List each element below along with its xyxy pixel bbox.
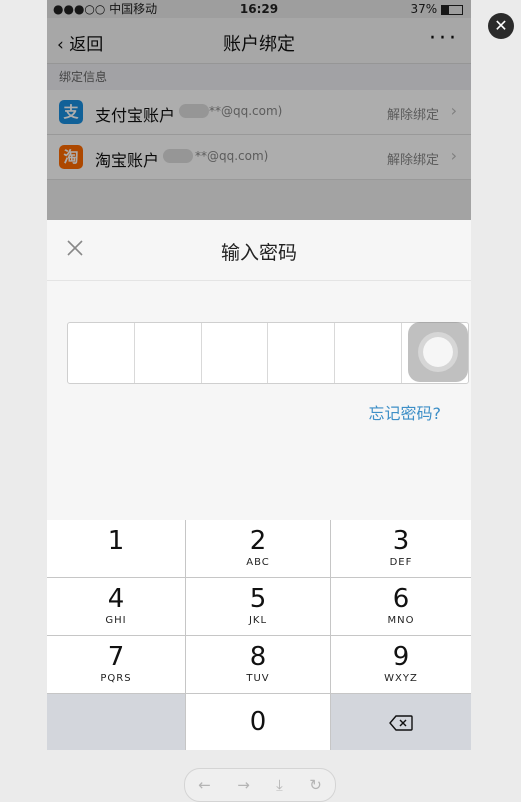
key-8[interactable]: 8 TUV xyxy=(186,636,331,693)
back-arrow-icon[interactable]: ← xyxy=(198,776,211,794)
key-2[interactable]: 2 ABC xyxy=(186,520,331,577)
key-3[interactable]: 3 DEF xyxy=(331,520,471,577)
download-icon[interactable]: ⤓ xyxy=(276,776,283,794)
forgot-password-link[interactable]: 忘记密码? xyxy=(369,400,442,424)
key-letters: PQRS xyxy=(100,673,132,684)
browser-toolbar: ← → ⤓ ↻ xyxy=(184,768,336,802)
key-4[interactable]: 4 GHI xyxy=(47,578,186,635)
key-number: 7 xyxy=(107,642,125,672)
key-number: 5 xyxy=(249,584,267,614)
key-9[interactable]: 9 WXYZ xyxy=(331,636,471,693)
key-number: 0 xyxy=(249,707,267,737)
pin-digit-box xyxy=(202,323,269,383)
refresh-icon[interactable]: ↻ xyxy=(309,776,322,794)
pin-digit-box xyxy=(335,323,403,383)
delete-key[interactable] xyxy=(331,694,471,750)
key-number: 8 xyxy=(249,642,267,672)
backspace-icon xyxy=(389,715,413,731)
key-letters: JKL xyxy=(248,615,268,626)
key-letters: TUV xyxy=(246,673,270,684)
key-0[interactable]: 0 xyxy=(186,694,331,750)
key-letters: MNO xyxy=(387,615,415,626)
key-6[interactable]: 6 MNO xyxy=(331,578,471,635)
sheet-title: 输入密码 xyxy=(220,242,297,264)
phone-screen: ●●●○○ 中国移动 16:29 37% ‹ 返回 账户绑定 ··· 绑定信息 … xyxy=(47,0,471,750)
pin-digit-box xyxy=(135,323,202,383)
forward-arrow-icon[interactable]: → xyxy=(237,776,250,794)
pin-digit-box xyxy=(68,323,135,383)
key-number: 2 xyxy=(249,526,267,556)
key-blank xyxy=(47,694,186,750)
assistive-touch-button[interactable] xyxy=(408,322,468,382)
key-letters: GHI xyxy=(105,615,127,626)
dim-overlay xyxy=(47,0,471,220)
key-number: 9 xyxy=(392,642,410,672)
key-number: 3 xyxy=(392,526,410,556)
numeric-keypad: 1 2 ABC 3 DEF 4 GHI 5 JKL 6 MNO 7 PQRS 8 TUV 9W… xyxy=(47,520,471,750)
password-sheet: 输入密码 忘记密码? xyxy=(47,220,471,520)
key-number: 6 xyxy=(392,584,410,614)
key-1[interactable]: 1 xyxy=(47,520,186,577)
overlay-close-button[interactable]: ✕ xyxy=(488,13,514,39)
pin-digit-box xyxy=(268,323,336,383)
key-number: 4 xyxy=(107,584,125,614)
assistive-touch-icon xyxy=(423,337,453,367)
sheet-header: 输入密码 xyxy=(47,220,471,281)
key-letters: ABC xyxy=(246,557,270,568)
key-number: 1 xyxy=(107,526,125,556)
key-letters: WXYZ xyxy=(384,673,418,684)
background-app: ●●●○○ 中国移动 16:29 37% ‹ 返回 账户绑定 ··· 绑定信息 … xyxy=(47,0,471,220)
key-5[interactable]: 5 JKL xyxy=(186,578,331,635)
key-7[interactable]: 7 PQRS xyxy=(47,636,186,693)
key-letters: DEF xyxy=(389,557,413,568)
